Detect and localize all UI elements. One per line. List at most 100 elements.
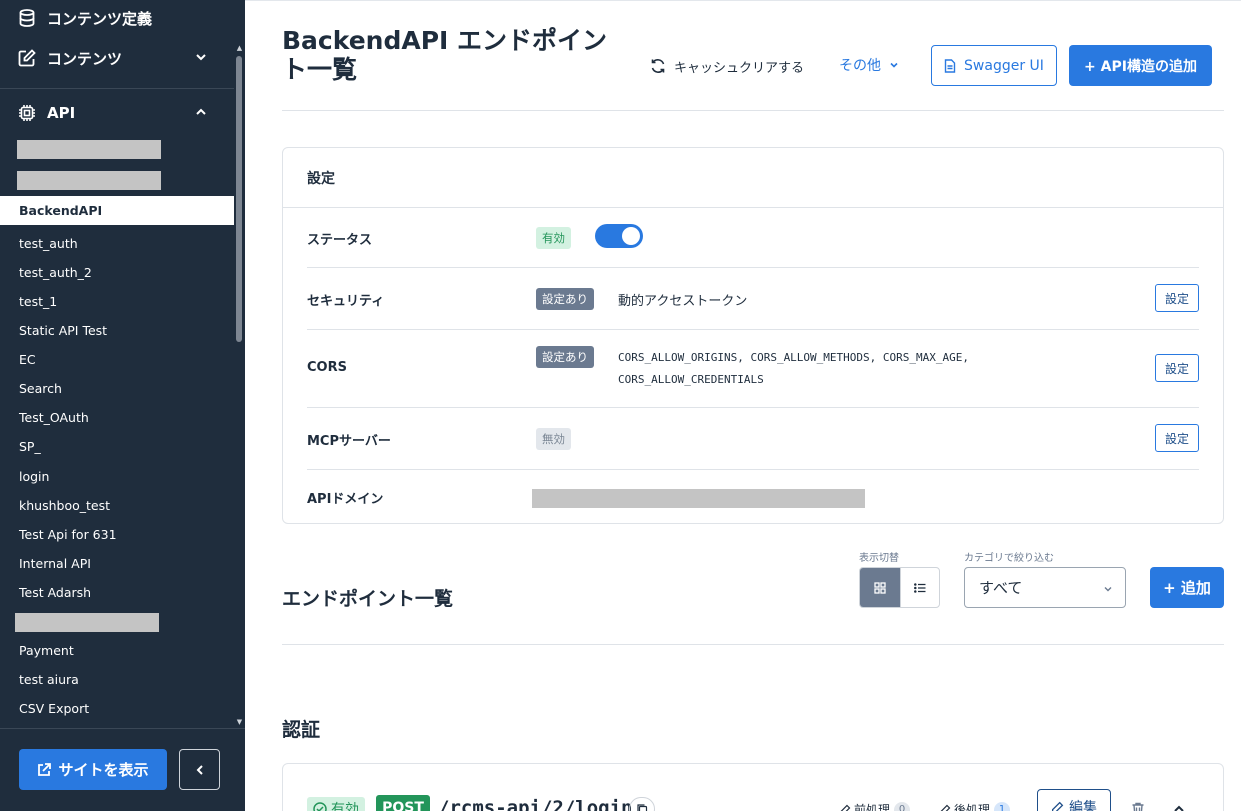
post-process-count: 1 <box>994 801 1011 811</box>
chevron-up-icon[interactable] <box>1170 800 1188 811</box>
pre-process-label: 前処理 <box>854 803 891 811</box>
view-site-label: サイトを表示 <box>58 761 149 779</box>
sidebar-item[interactable]: Search <box>0 374 234 403</box>
sidebar-item[interactable]: Static API Test <box>0 316 234 345</box>
redacted-item <box>17 171 161 190</box>
other-label: その他 <box>839 58 881 74</box>
view-switch <box>859 567 940 608</box>
sidebar-item[interactable]: Test_OAuth <box>0 403 234 432</box>
group-title: 認証 <box>282 719 321 741</box>
settings-row-domain: APIドメイン <box>307 470 1199 524</box>
collapse-sidebar-button[interactable] <box>179 749 220 790</box>
check-circle-icon <box>313 802 327 811</box>
mcp-label: MCPサーバー <box>307 434 391 449</box>
endpoint-path: /rcms-api/2/login <box>438 797 633 811</box>
chip-icon <box>18 104 36 122</box>
grid-icon <box>874 581 886 594</box>
redacted-item <box>15 613 159 632</box>
pre-process-link[interactable]: 前処理 0 <box>839 801 911 811</box>
settings-card-title: 設定 <box>283 148 1223 208</box>
sidebar-item[interactable]: test_auth_2 <box>0 258 234 287</box>
post-process-link[interactable]: 後処理 1 <box>939 801 1011 811</box>
cache-clear-label: キャッシュクリアする <box>674 60 805 76</box>
pencil-icon <box>840 804 851 811</box>
endpoint-method: POST <box>376 795 430 811</box>
mcp-badge: 無効 <box>536 428 571 450</box>
sidebar-item[interactable]: EC <box>0 345 234 374</box>
settings-row-mcp: MCPサーバー 無効 設定 <box>307 408 1199 470</box>
list-icon <box>913 582 926 593</box>
refresh-icon <box>651 59 665 73</box>
edit-label: 編集 <box>1069 800 1097 811</box>
settings-card: 設定 ステータス 有効 セキュリティ 設定あり 動的アクセストークン 設定 CO… <box>282 147 1224 524</box>
sidebar-item[interactable]: test_1 <box>0 287 234 316</box>
status-label: ステータス <box>307 233 373 248</box>
pencil-icon <box>1051 801 1064 811</box>
edit-square-icon <box>18 49 36 67</box>
swagger-ui-button[interactable]: Swagger UI <box>931 45 1057 86</box>
redacted-domain <box>532 489 865 508</box>
document-icon <box>944 58 956 73</box>
other-dropdown[interactable]: その他 <box>839 55 899 75</box>
trash-icon[interactable] <box>1129 800 1147 811</box>
mcp-settings-button[interactable]: 設定 <box>1155 424 1199 452</box>
endpoint-status-label: 有効 <box>331 802 359 811</box>
header-divider <box>282 110 1224 111</box>
chevron-down-icon <box>1104 587 1112 592</box>
sidebar-item[interactable]: CSV Export <box>0 694 234 723</box>
sidebar-nav-label: API <box>47 104 76 122</box>
status-badge: 有効 <box>536 227 571 249</box>
sidebar-item[interactable]: Test Adarsh <box>0 578 234 607</box>
add-api-structure-button[interactable]: + API構造の追加 <box>1069 45 1212 86</box>
sidebar: コンテンツ定義 コンテンツ API BackendAPI test_auth t… <box>0 0 245 811</box>
list-view-button[interactable] <box>899 568 940 607</box>
scroll-up-icon[interactable]: ▲ <box>235 44 244 52</box>
category-filter-label: カテゴリで絞り込む <box>964 553 1054 564</box>
status-toggle[interactable] <box>595 224 643 248</box>
sidebar-item[interactable]: login <box>0 462 234 491</box>
sidebar-footer: サイトを表示 <box>0 728 245 811</box>
security-label: セキュリティ <box>307 294 385 309</box>
chevron-up-icon <box>196 108 206 115</box>
edit-endpoint-button[interactable]: 編集 <box>1037 789 1111 811</box>
security-settings-button[interactable]: 設定 <box>1155 284 1199 312</box>
sidebar-nav-api[interactable]: API <box>0 95 234 131</box>
sidebar-item-backendapi[interactable]: BackendAPI <box>0 196 234 225</box>
pre-process-count: 0 <box>894 801 911 811</box>
redacted-item <box>17 140 161 159</box>
pencil-icon <box>940 804 951 811</box>
page-title: BackendAPI エンドポイント一覧 <box>282 26 608 84</box>
cache-clear-button[interactable]: キャッシュクリアする <box>650 56 804 76</box>
cors-label: CORS <box>307 360 347 375</box>
external-link-icon <box>38 762 52 776</box>
sidebar-item[interactable]: Test Api for 631 <box>0 520 234 549</box>
endpoint-status-badge: 有効 <box>307 797 365 811</box>
sidebar-scroll-area: コンテンツ定義 コンテンツ API BackendAPI test_auth t… <box>0 0 234 728</box>
settings-row-cors: CORS 設定あり CORS_ALLOW_ORIGINS, CORS_ALLOW… <box>307 330 1199 408</box>
add-endpoint-button[interactable]: + 追加 <box>1150 567 1224 608</box>
chevron-down-icon <box>196 54 206 61</box>
sidebar-item[interactable]: khushboo_test <box>0 491 234 520</box>
sidebar-item[interactable]: test aiura <box>0 665 234 694</box>
sidebar-nav-content-definition[interactable]: コンテンツ定義 <box>0 0 234 36</box>
settings-row-security: セキュリティ 設定あり 動的アクセストークン 設定 <box>307 268 1199 330</box>
endpoint-card: 有効 POST /rcms-api/2/login 前処理 0 後処理 1 編集 <box>282 763 1224 811</box>
scroll-down-icon[interactable]: ▼ <box>235 718 244 726</box>
endpoints-divider <box>282 644 1224 645</box>
category-select[interactable]: すべて <box>964 567 1126 608</box>
sidebar-item[interactable]: SP_ <box>0 432 234 461</box>
sidebar-divider <box>0 88 234 89</box>
grid-view-button[interactable] <box>860 568 900 607</box>
sidebar-item[interactable]: test_auth <box>0 229 234 258</box>
chevron-down-icon <box>890 62 898 68</box>
sidebar-item[interactable]: Payment <box>0 636 234 665</box>
view-site-button[interactable]: サイトを表示 <box>19 749 167 790</box>
sidebar-item[interactable]: Internal API <box>0 549 234 578</box>
sidebar-scroll-thumb[interactable] <box>236 56 242 342</box>
copy-path-button[interactable] <box>629 797 655 811</box>
settings-row-status: ステータス 有効 <box>307 208 1199 268</box>
main-content: BackendAPI エンドポイント一覧 キャッシュクリアする その他 Swag… <box>245 0 1241 811</box>
cors-settings-button[interactable]: 設定 <box>1155 354 1199 382</box>
category-select-value: すべて <box>979 579 1023 597</box>
sidebar-nav-contents[interactable]: コンテンツ <box>0 40 234 76</box>
